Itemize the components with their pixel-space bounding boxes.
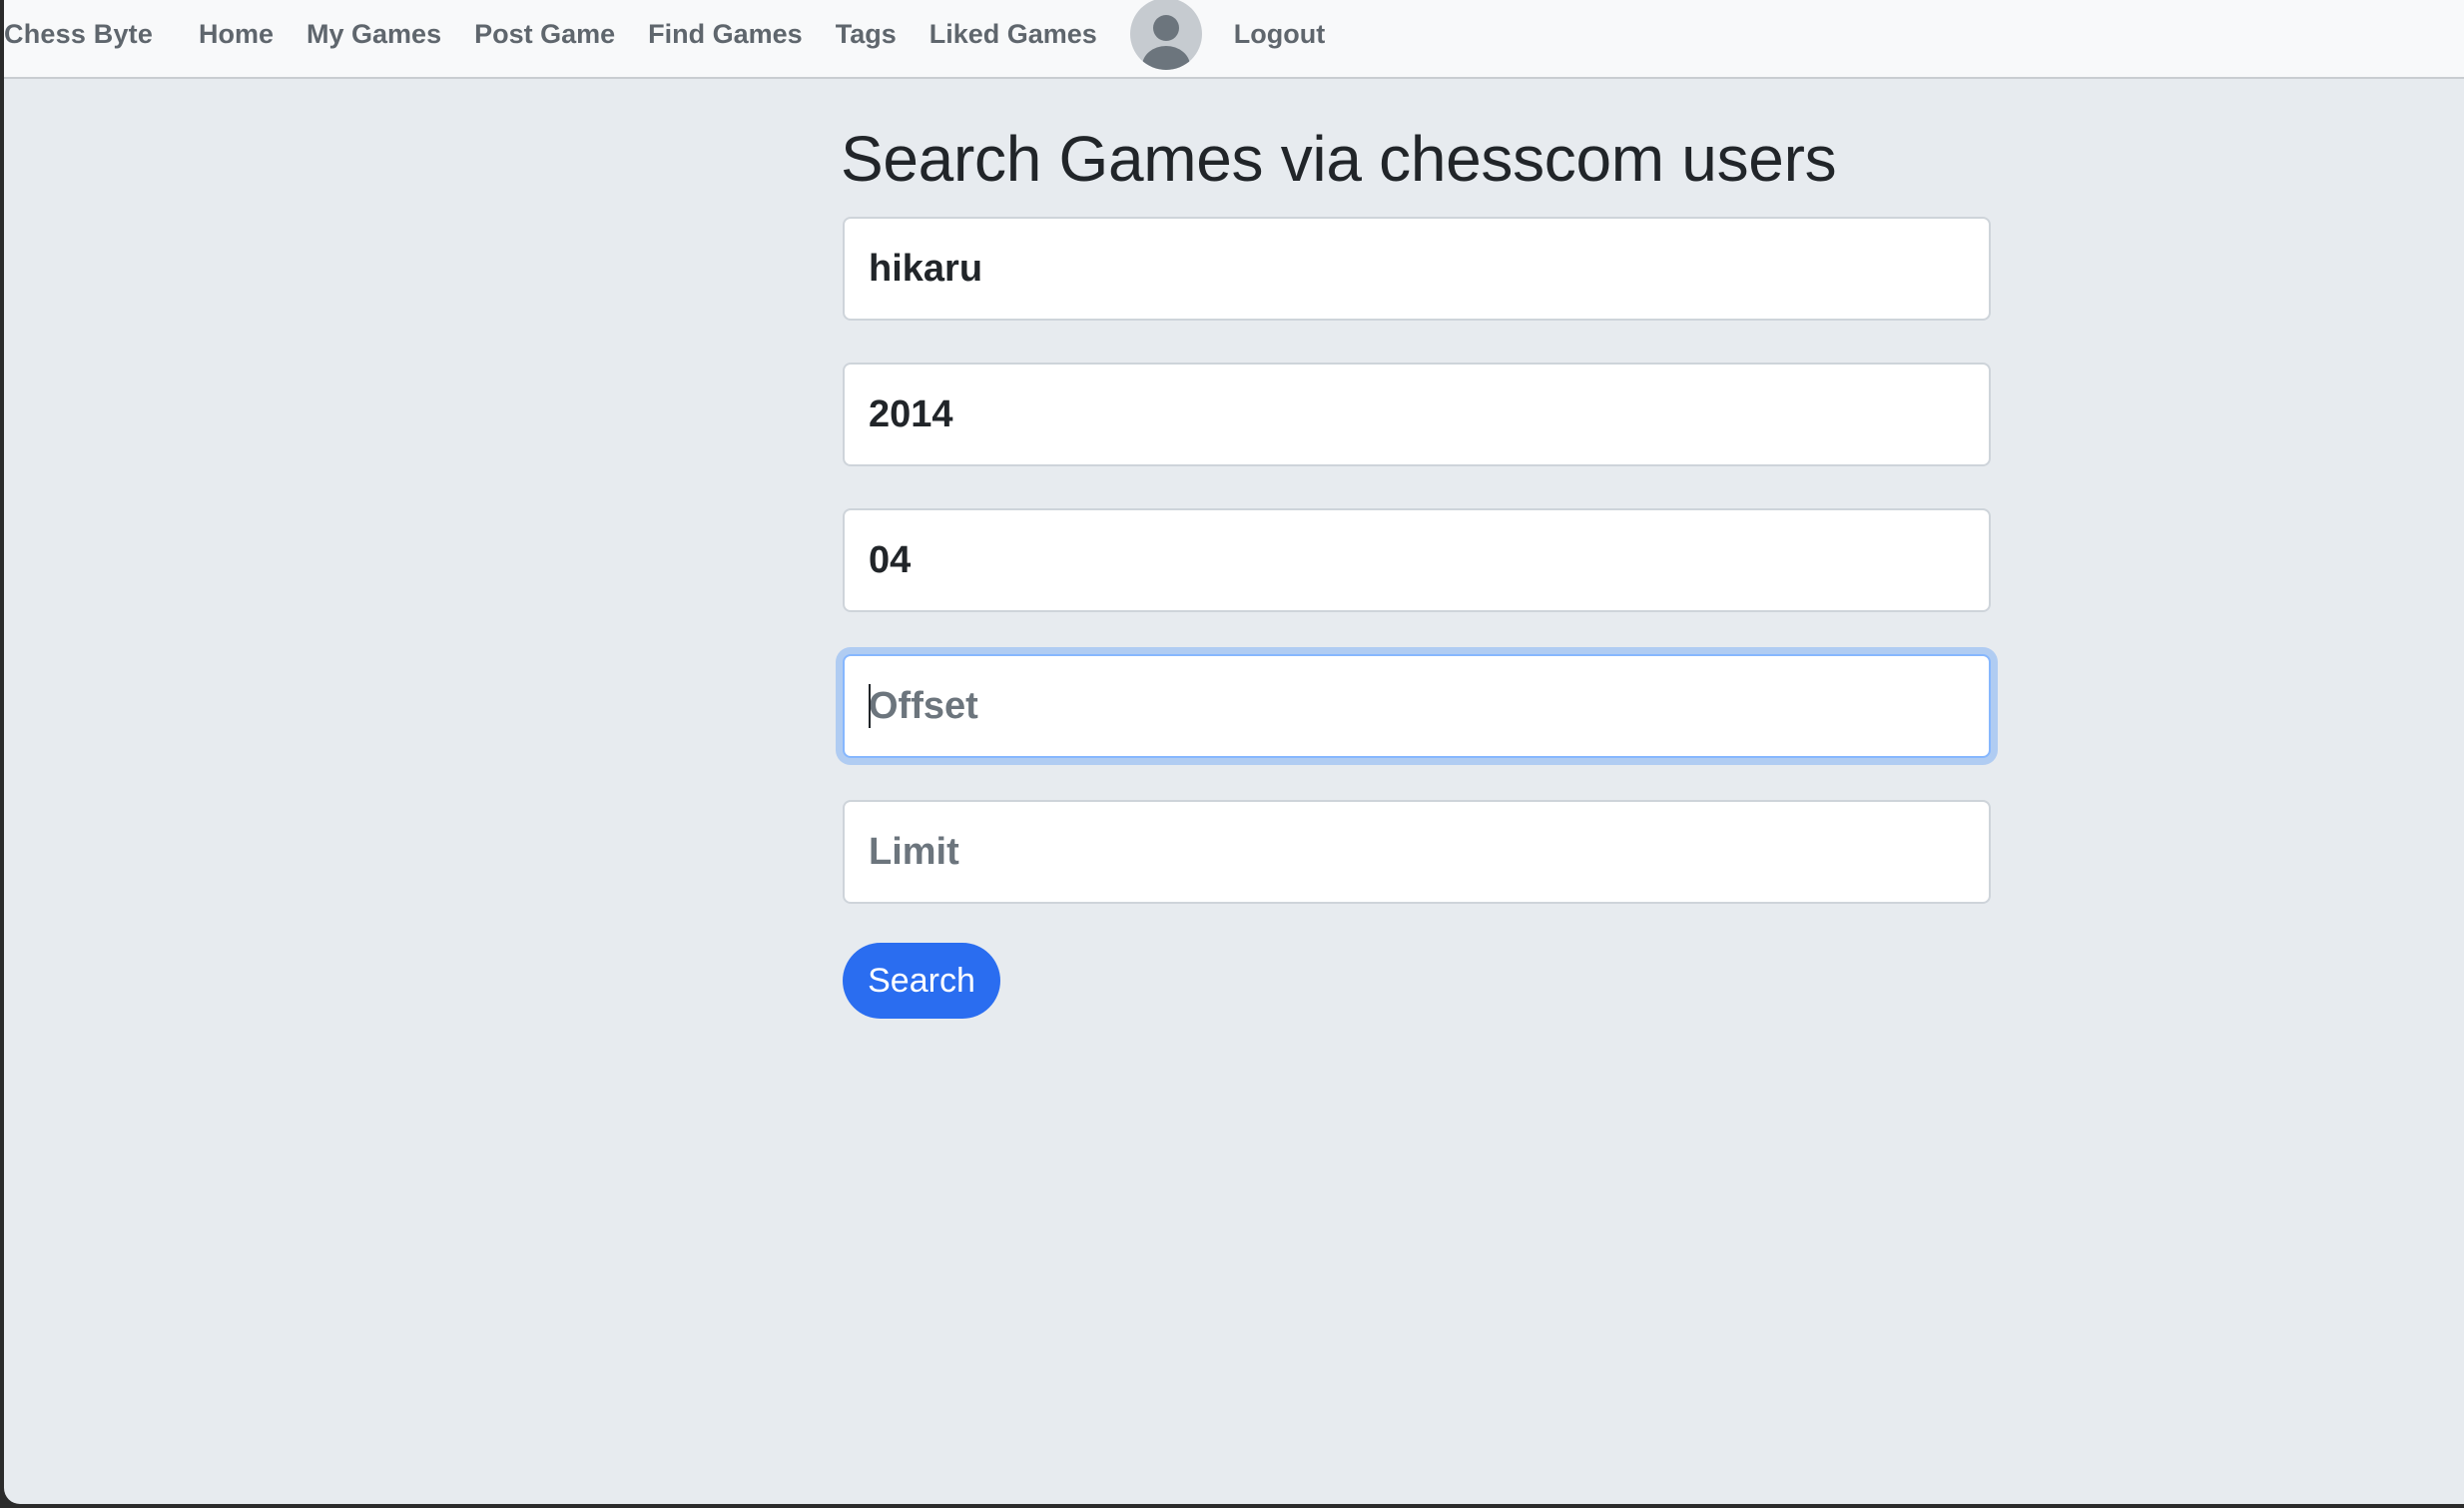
brand-link[interactable]: Chess Byte — [4, 0, 153, 68]
text-cursor — [869, 684, 871, 728]
nav-home-link[interactable]: Home — [199, 19, 274, 50]
month-input[interactable] — [843, 508, 1991, 612]
nav-links: Home My Games Post Game Find Games Tags … — [199, 0, 1358, 70]
page-title: Search Games via chesscom users — [841, 123, 1837, 195]
nav-liked-games-link[interactable]: Liked Games — [929, 19, 1097, 50]
search-button[interactable]: Search — [843, 943, 1000, 1019]
browser-viewport: Chess Byte Home My Games Post Game Find … — [4, 0, 2464, 1504]
limit-input[interactable] — [843, 800, 1991, 904]
navbar: Chess Byte Home My Games Post Game Find … — [4, 0, 2464, 79]
nav-find-games-link[interactable]: Find Games — [648, 19, 803, 50]
nav-post-game-link[interactable]: Post Game — [474, 19, 615, 50]
offset-input[interactable] — [843, 654, 1991, 758]
nav-my-games-link[interactable]: My Games — [307, 19, 441, 50]
username-input[interactable] — [843, 217, 1991, 321]
user-avatar-icon[interactable] — [1129, 0, 1202, 70]
nav-logout-link[interactable]: Logout — [1234, 19, 1325, 50]
nav-tags-link[interactable]: Tags — [836, 19, 897, 50]
year-input[interactable] — [843, 363, 1991, 466]
